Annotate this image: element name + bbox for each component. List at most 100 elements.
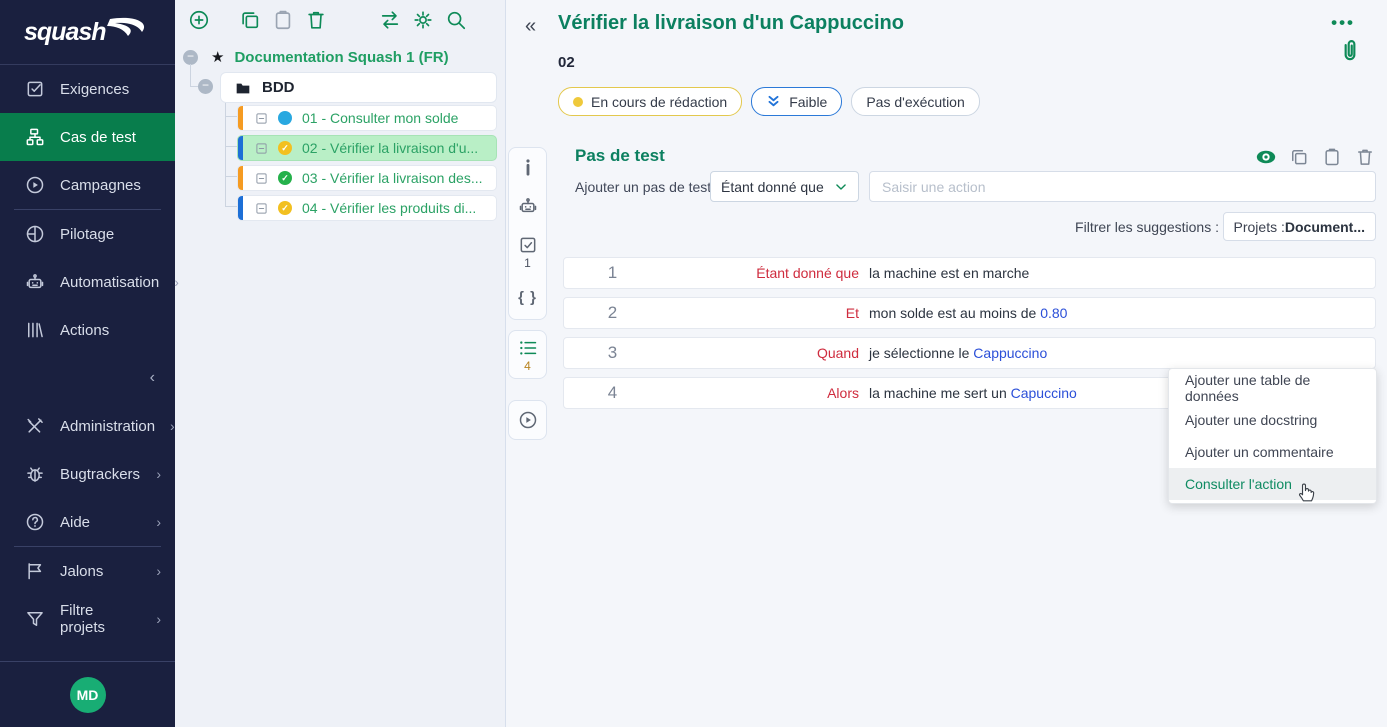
sidebar-item-label: Campagnes — [60, 177, 141, 194]
badge-status-dot[interactable]: En cours de rédaction — [558, 87, 742, 116]
flag-icon — [25, 561, 45, 581]
braces-icon[interactable]: { } — [518, 289, 537, 306]
sidebar-item-label: Aide — [60, 514, 90, 531]
sidebar-item-campagnes[interactable]: Campagnes — [0, 161, 175, 209]
tree-item-label: 01 - Consulter mon solde — [302, 110, 458, 126]
importance-bar — [238, 166, 243, 190]
chevron-right-icon: › — [156, 563, 161, 579]
folder-icon — [235, 80, 251, 96]
back-collapse-button[interactable]: « — [519, 14, 542, 39]
filter-chip-value: Document... — [1285, 219, 1365, 235]
sidebar-item-label: Pilotage — [60, 226, 114, 243]
sidebar-item-label: Administration — [60, 418, 155, 435]
preview-eye-button[interactable] — [1256, 147, 1276, 167]
test-case-tree-icon — [25, 127, 45, 147]
collapse-toggle-icon[interactable]: − — [198, 79, 213, 94]
copy-icon — [1289, 147, 1309, 167]
copy-button[interactable] — [239, 9, 261, 31]
tree-item[interactable]: ✓04 - Vérifier les produits di... — [237, 195, 497, 221]
copy-steps-button[interactable] — [1289, 147, 1309, 167]
tree-connector — [225, 146, 237, 147]
delete-button[interactable] — [305, 9, 327, 31]
tree-root-row[interactable]: − ★ Documentation Squash 1 (FR) — [183, 46, 505, 68]
step-action-text: la machine est en marche — [859, 265, 1029, 281]
add-button[interactable] — [188, 9, 210, 31]
side-tab-group-info: 1 { } — [508, 147, 547, 320]
svg-text:squash: squash — [24, 18, 106, 46]
step-keyword: Quand — [661, 345, 859, 361]
side-tab-group-exec — [508, 400, 547, 440]
sidebar-item-aide[interactable]: Aide› — [0, 498, 175, 546]
folder-row-bdd[interactable]: − BDD — [220, 72, 497, 103]
library-icon — [25, 320, 45, 340]
status-yellow-check-icon: ✓ — [278, 141, 292, 155]
sidebar-item-bugtrackers[interactable]: Bugtrackers› — [0, 450, 175, 498]
chevron-down-icon — [834, 180, 848, 194]
sidebar-item-exigences[interactable]: Exigences — [0, 65, 175, 113]
pie-chart-icon — [25, 224, 45, 244]
sidebar-item-jalons[interactable]: Jalons › — [0, 547, 175, 595]
more-options-button[interactable]: ••• — [1325, 12, 1361, 34]
badge-importance-chevrons[interactable]: Faible — [751, 87, 842, 116]
keyword-dropdown[interactable]: Étant donné que — [710, 171, 859, 202]
context-menu-item[interactable]: Ajouter une docstring — [1169, 404, 1376, 436]
tab-count-badge: 1 — [524, 256, 531, 270]
sidebar-item-label: Jalons — [60, 563, 103, 580]
sidebar-item-automatisation[interactable]: Automatisation› — [0, 258, 175, 306]
badge-label: En cours de rédaction — [591, 94, 727, 110]
step-keyword: Et — [661, 305, 859, 321]
squash-logo[interactable]: squash — [0, 0, 175, 65]
tree-connector — [225, 176, 237, 177]
clipboard-icon — [272, 9, 294, 31]
sidebar-item-administration[interactable]: Administration› — [0, 402, 175, 450]
status-dot-icon — [573, 97, 583, 107]
step-row[interactable]: 2Etmon solde est au moins de 0.80 — [563, 297, 1376, 329]
app-root: squash Exigences Cas de test Campagnes Pilo… — [0, 0, 1387, 727]
info-icon[interactable] — [518, 157, 538, 177]
tree-item[interactable]: 01 - Consulter mon solde — [237, 105, 497, 131]
bug-icon — [25, 464, 45, 484]
sidebar-item-filtre-projets[interactable]: Filtre projets› — [0, 595, 175, 643]
tree-connector — [190, 86, 198, 87]
swap-button[interactable] — [379, 9, 401, 31]
tree-item[interactable]: ✓03 - Vérifier la livraison des... — [237, 165, 497, 191]
copy-icon — [239, 9, 261, 31]
play-circle-icon[interactable] — [518, 410, 538, 430]
list-icon[interactable] — [518, 338, 538, 358]
minus-square-icon — [255, 172, 268, 185]
search-button[interactable] — [445, 9, 467, 31]
steps-panel-toolbar — [1256, 147, 1375, 167]
plus-circle-icon — [188, 9, 210, 31]
sidebar-item-cas-de-test[interactable]: Cas de test — [0, 113, 175, 161]
context-menu-item[interactable]: Consulter l'action — [1169, 468, 1376, 500]
paste-button[interactable] — [272, 9, 294, 31]
trash-icon — [305, 9, 327, 31]
badge-label: Pas d'exécution — [866, 94, 964, 110]
delete-steps-button[interactable] — [1355, 147, 1375, 167]
robot-icon[interactable] — [518, 196, 538, 216]
badge-plain[interactable]: Pas d'exécution — [851, 87, 979, 116]
tools-icon — [25, 416, 45, 436]
add-step-label: Ajouter un pas de test — [575, 179, 711, 195]
user-avatar[interactable]: MD — [70, 677, 106, 713]
sidebar-collapse-button[interactable]: ‹ — [0, 354, 175, 402]
checkbox-icon[interactable] — [518, 235, 538, 255]
paste-steps-button[interactable] — [1322, 147, 1342, 167]
context-menu-item[interactable]: Ajouter un commentaire — [1169, 436, 1376, 468]
tree-item-selected[interactable]: ✓02 - Vérifier la livraison d'u... — [237, 135, 497, 161]
settings-button[interactable] — [412, 9, 434, 31]
filter-projects-chip[interactable]: Projets : Document... — [1223, 212, 1376, 241]
collapse-toggle-icon[interactable]: − — [183, 50, 198, 65]
tree-panel: − ★ Documentation Squash 1 (FR) − BDD 01… — [175, 0, 506, 727]
sidebar-item-label: Cas de test — [60, 129, 136, 146]
step-row[interactable]: 3Quandje sélectionne le Cappuccino — [563, 337, 1376, 369]
sidebar-item-actions[interactable]: Actions — [0, 306, 175, 354]
main-content: « Vérifier la livraison d'un Cappuccino … — [506, 0, 1387, 727]
tree-item-list: 01 - Consulter mon solde ✓02 - Vérifier l… — [237, 105, 497, 221]
action-input[interactable] — [869, 171, 1376, 202]
context-menu-item[interactable]: Ajouter une table de données — [1169, 372, 1376, 404]
sidebar-item-pilotage[interactable]: Pilotage — [0, 210, 175, 258]
attachments-paperclip-icon[interactable] — [1337, 38, 1363, 66]
step-row[interactable]: 1Étant donné quela machine est en marche — [563, 257, 1376, 289]
help-circle-icon — [25, 512, 45, 532]
